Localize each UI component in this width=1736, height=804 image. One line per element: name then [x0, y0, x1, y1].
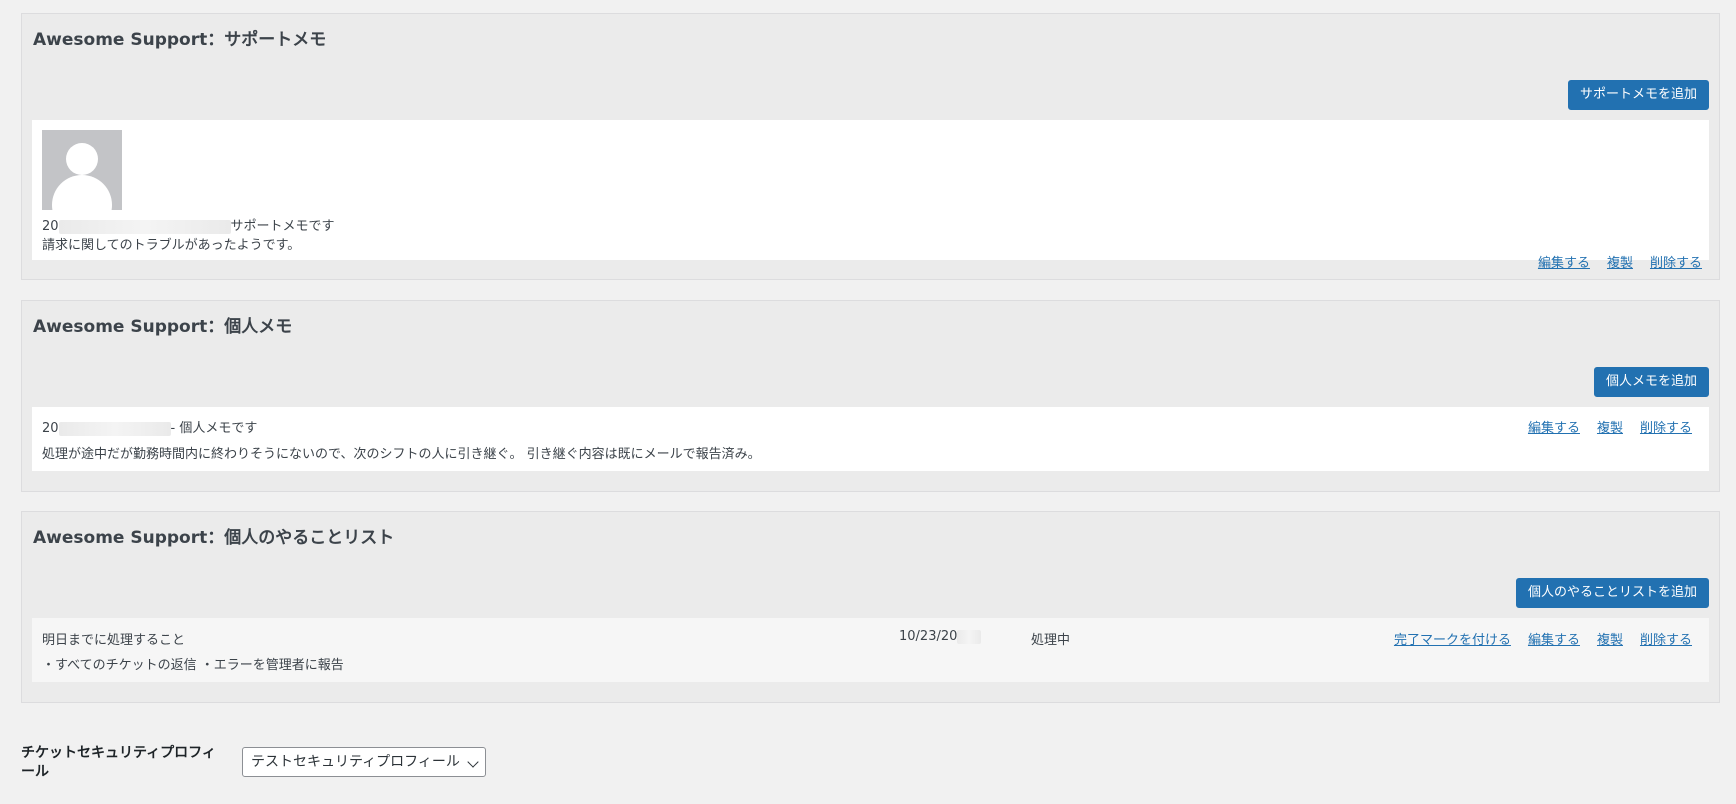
support-memo-panel: Awesome Support：サポートメモ サポートメモを追加 20 サポートメ…: [21, 13, 1720, 280]
support-memo-title: Awesome Support：サポートメモ: [33, 30, 327, 50]
note-author-prefix: 20: [42, 421, 59, 436]
personal-memo-title: Awesome Support：個人メモ: [33, 317, 293, 337]
todo-item: 明日までに処理すること 10/23/20 処理中 ・すべてのチケットの返信 ・エ…: [32, 618, 1709, 682]
note-author-line: 20 サポートメモです: [42, 215, 335, 234]
mark-complete-link[interactable]: 完了マークを付ける: [1394, 633, 1511, 648]
chevron-down-icon: [467, 756, 479, 768]
todo-item-title: 明日までに処理すること: [42, 633, 186, 648]
add-todo-button[interactable]: 個人のやることリストを追加: [1515, 578, 1709, 608]
avatar-head: [66, 143, 98, 175]
personal-memo-panel: Awesome Support：個人メモ 個人メモを追加 20 - 個人メモです …: [21, 300, 1720, 492]
todo-list-title: Awesome Support：個人のやることリスト: [33, 528, 395, 548]
edit-link[interactable]: 編集する: [1528, 421, 1580, 436]
security-profile-label: チケットセキュリティプロフィール: [21, 745, 216, 780]
note-body: 処理が途中だが勤務時間内に終わりそうにないので、次のシフトの人に引き継ぐ。 引き…: [42, 447, 761, 462]
security-profile-select[interactable]: テストセキュリティプロフィール: [242, 747, 486, 777]
todo-item-body: ・すべてのチケットの返信 ・エラーを管理者に報告: [42, 658, 344, 673]
note-body: 請求に関してのトラブルがあったようです。: [42, 238, 301, 253]
edit-link[interactable]: 編集する: [1538, 256, 1590, 271]
personal-memo-note: 20 - 個人メモです 処理が途中だが勤務時間内に終わりそうにないので、次のシフト…: [32, 407, 1709, 471]
security-profile-value: テストセキュリティプロフィール: [251, 754, 460, 770]
delete-link[interactable]: 削除する: [1640, 421, 1692, 436]
todo-list-panel: Awesome Support：個人のやることリスト 個人のやることリストを追加…: [21, 511, 1720, 703]
duplicate-link[interactable]: 複製: [1597, 633, 1623, 648]
personal-memo-actions: 編集する 複製 削除する: [1511, 417, 1692, 436]
note-author-line: 20 - 個人メモです: [42, 417, 257, 436]
note-author-prefix: 20: [42, 219, 59, 234]
redacted-author: [58, 219, 231, 234]
delete-link[interactable]: 削除する: [1640, 633, 1692, 648]
todo-item-status: 処理中: [1031, 633, 1071, 648]
duplicate-link[interactable]: 複製: [1597, 421, 1623, 436]
support-memo-note: 20 サポートメモです 請求に関してのトラブルがあったようです。: [32, 120, 1709, 260]
edit-link[interactable]: 編集する: [1528, 633, 1580, 648]
redacted-date: [957, 629, 982, 644]
note-author-suffix: サポートメモです: [230, 219, 335, 234]
note-author-suffix: - 個人メモです: [170, 421, 258, 436]
add-personal-memo-button[interactable]: 個人メモを追加: [1593, 367, 1709, 397]
todo-item-actions: 完了マークを付ける 編集する 複製 削除する: [1377, 629, 1692, 648]
todo-item-date: 10/23/20: [899, 629, 982, 644]
todo-date-prefix: 10/23/20: [899, 629, 958, 644]
support-memo-actions: 編集する 複製 削除する: [1521, 252, 1702, 271]
delete-link[interactable]: 削除する: [1650, 256, 1702, 271]
add-support-memo-button[interactable]: サポートメモを追加: [1567, 80, 1709, 110]
avatar: [42, 130, 122, 210]
duplicate-link[interactable]: 複製: [1607, 256, 1633, 271]
avatar-body: [52, 175, 112, 210]
redacted-author: [58, 421, 171, 436]
